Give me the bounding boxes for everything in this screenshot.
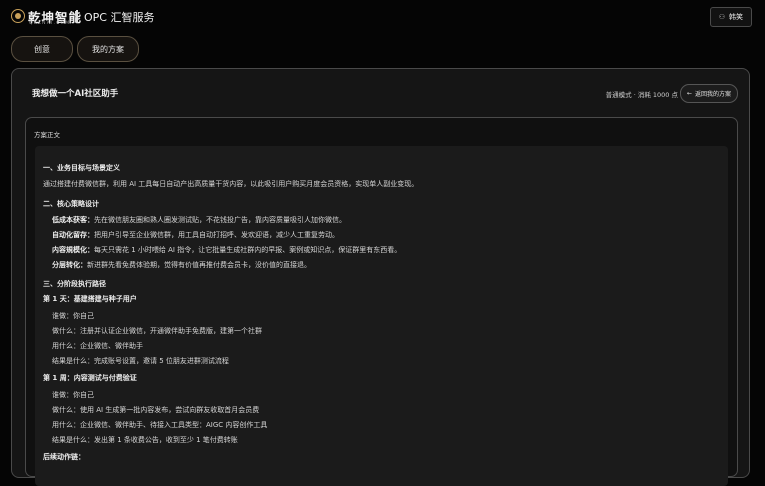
list-item: 低成本获客：先在微信朋友圈和熟人圈发测试贴，不花钱投广告，靠内容质量吸引人加你微… [52,215,346,225]
list-item-text: 把用户引导至企业微信群，用工具自动打招呼、发欢迎语，减少人工重复劳动。 [94,231,339,239]
brand-domain: QKZNAI.COM [29,21,71,26]
list-item: 内容規模化：每天只需花 1 小时喂给 AI 指令，让它批量生成社群内的早报、案例… [52,245,401,255]
list-item-term: 内容規模化： [52,246,94,254]
list-item: 分层转化：新进群先看免费体验期，觉得有价值再推付费会员卡，没价值的直接退。 [52,260,311,270]
page-title: 我想做一个AI社区助手 [32,89,119,99]
phase-heading: 后续动作链： [43,453,85,461]
tab-my-plans[interactable]: 我的方案 [77,36,139,62]
mode-cost-label: 普通模式 · 消耗 1000 点 [605,91,678,99]
brand-subtitle: OPC 汇智服务 [84,11,155,24]
list-item-text: 每天只需花 1 小时喂给 AI 指令，让它批量生成社群内的早报、案例或知识点，保… [94,246,402,254]
list-item-text: 新进群先看免费体验期，觉得有价值再推付费会员卡，没价值的直接退。 [87,261,311,269]
user-icon: ⚇ [718,13,725,21]
list-item-text: 先在微信朋友圈和熟人圈发测试贴，不花钱投广告，靠内容质量吸引人加你微信。 [94,216,346,224]
document-section-label: 方案正文 [34,131,60,139]
top-bar: 乾坤智能 QKZNAI.COM OPC 汇智服务 ⚇ 韩笑 [0,0,765,34]
list-item: 自动化留存：把用户引导至企业微信群，用工具自动打招呼、发欢迎语，减少人工重复劳动… [52,230,339,240]
user-menu-button[interactable]: ⚇ 韩笑 [709,7,752,27]
arrow-left-icon: ← [686,90,692,97]
phase-heading: 第 1 天：基建搭建与种子用户 [43,295,137,303]
phase-detail: 结果是什么：完成账号设置，邀请 5 位朋友进群测试流程 [52,357,229,365]
tab-ideas[interactable]: 创意 [11,36,73,62]
phase-detail: 结果是什么：发出第 1 条收费公告，收到至少 1 笔付费转账 [52,436,238,444]
logo-icon [11,9,25,23]
section-heading: 一、业务目标与场景定义 [43,164,120,172]
user-name: 韩笑 [729,13,743,21]
brand-divider [76,10,78,23]
back-to-my-plans-button[interactable]: ← 返回我的方案 [679,84,738,103]
section-heading: 三、分阶段执行路径 [43,280,106,288]
phase-detail: 用什么：企业微信、微伴助手、待接入工具类型：AIGC 内容创作工具 [52,421,268,429]
phase-detail: 用什么：企业微信、微伴助手 [52,342,143,350]
list-item-term: 低成本获客： [52,216,94,224]
list-item-term: 自动化留存： [52,231,94,239]
section-heading: 二、核心策略设计 [43,200,99,208]
plan-document: 方案正文 一、业务目标与场景定义 通过搭建付费微信群，利用 AI 工具每日自动产… [25,117,738,486]
document-body: 一、业务目标与场景定义 通过搭建付费微信群，利用 AI 工具每日自动产出高质量干… [35,146,728,486]
back-button-label: 返回我的方案 [694,91,731,98]
phase-heading: 第 1 周：内容测试与付费验证 [43,374,137,382]
phase-detail: 做什么：使用 AI 生成第一批内容发布，尝试向群友收取首月会员费 [52,406,260,414]
phase-detail: 谁做：你自己 [52,312,94,320]
paragraph: 通过搭建付费微信群，利用 AI 工具每日自动产出高质量干货内容，以此吸引用户购买… [43,180,419,188]
phase-detail: 谁做：你自己 [52,391,94,399]
list-item-term: 分层转化： [52,261,87,269]
phase-detail: 做什么：注册并认证企业微信，开通微伴助手免费版，建第一个社群 [52,327,262,335]
